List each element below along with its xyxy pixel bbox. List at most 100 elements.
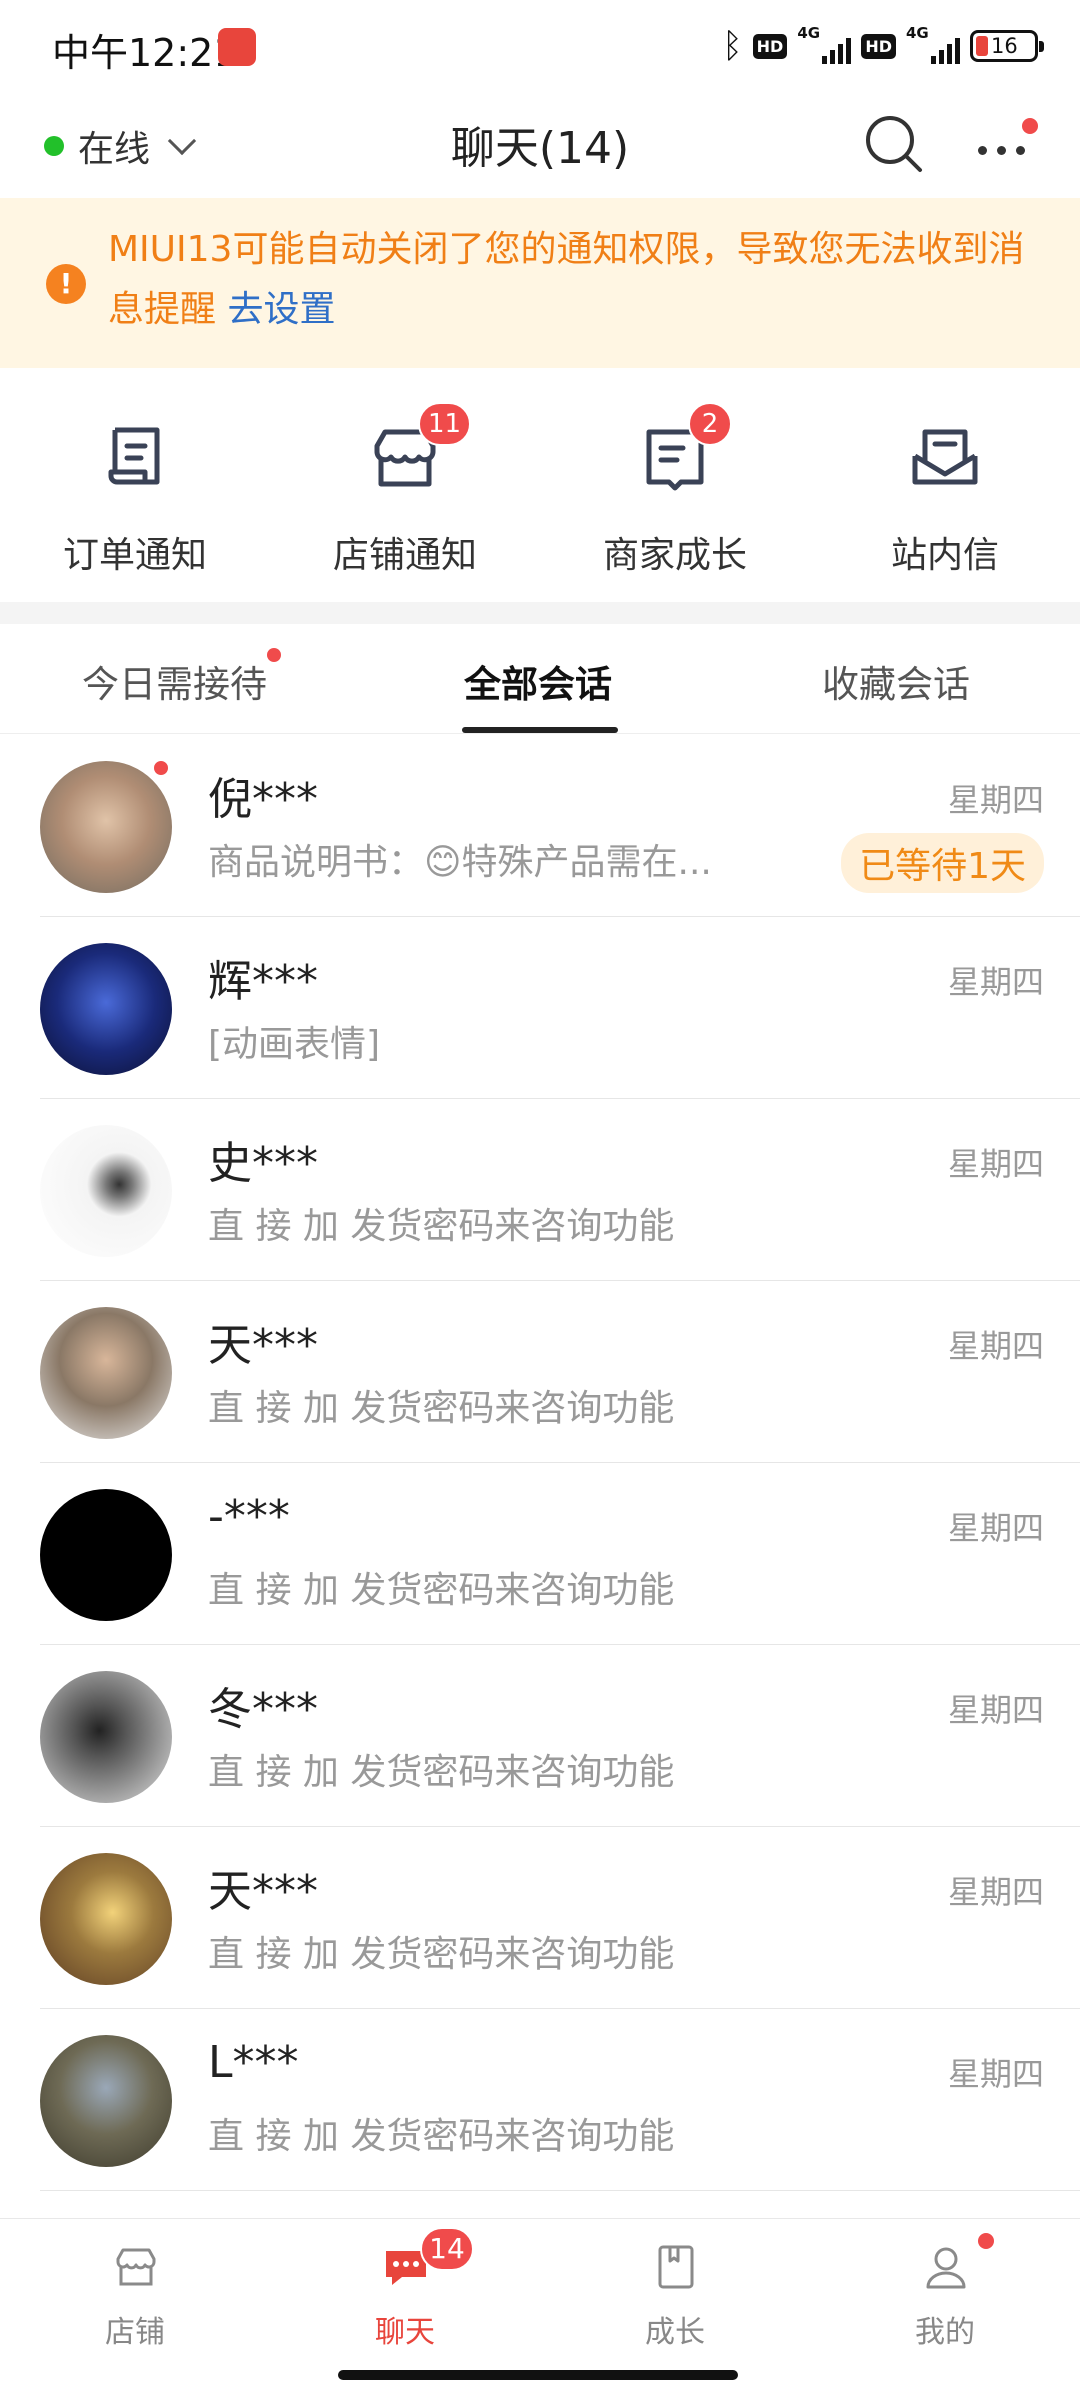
conversation-row[interactable]: -*** 星期四 直 接 加 发货密码来咨询功能 (0, 1463, 1080, 1645)
avatar (40, 1489, 172, 1621)
quick-label: 站内信 (890, 535, 999, 576)
quick-actions: 订单通知 11 店铺通知 2 商家成长 站内信 (0, 368, 1080, 602)
contact-name: 天*** (208, 1320, 318, 1371)
go-settings-link[interactable]: 去设置 (227, 289, 335, 330)
bottom-tab-chat[interactable]: 14 聊天 (270, 2227, 540, 2361)
more-icon (978, 146, 1025, 155)
message-preview: 直 接 加 发货密码来咨询功能 (208, 1570, 675, 1611)
notification-permission-banner: ! MIUI13可能自动关闭了您的通知权限，导致您无法收到消息提醒 去设置 (0, 198, 1080, 368)
conversation-list: 倪*** 星期四 商品说明书：😊特殊产品需在... 已等待1天 辉*** 星期四… (0, 735, 1080, 2191)
contact-name: 辉*** (208, 956, 318, 1007)
contact-name: -*** (208, 1491, 290, 1542)
avatar (40, 1853, 172, 1985)
quick-label: 商家成长 (602, 535, 747, 576)
tab-label: 收藏会话 (822, 663, 970, 706)
avatar (40, 943, 172, 1075)
book-icon (658, 2245, 694, 2289)
signal-icon: 4G (906, 24, 960, 66)
conversation-row[interactable]: 天*** 星期四 直 接 加 发货密码来咨询功能 (0, 1827, 1080, 2009)
conversation-row[interactable]: 辉*** 星期四 [动画表情] (0, 917, 1080, 1099)
avatar (40, 1307, 172, 1439)
profile-red-dot (978, 2233, 994, 2249)
hd-icon: HD (752, 33, 788, 59)
more-options-button[interactable] (968, 118, 1038, 172)
avatar (40, 1125, 172, 1257)
quick-order-notice[interactable]: 订单通知 (0, 368, 270, 602)
hd-icon: HD (861, 33, 896, 59)
contact-name: 天*** (208, 1866, 318, 1917)
message-preview: 直 接 加 发货密码来咨询功能 (208, 2116, 675, 2157)
conversation-row[interactable]: 冬*** 星期四 直 接 加 发货密码来咨询功能 (0, 1645, 1080, 1827)
notification-dot (1022, 118, 1038, 134)
chat-unread-badge: 14 (420, 2227, 474, 2271)
message-date: 星期四 (947, 2055, 1044, 2093)
conversation-tabs: 今日需接待 全部会话 收藏会话 (0, 624, 1080, 734)
search-icon[interactable] (862, 112, 926, 176)
bottom-tab-profile[interactable]: 我的 (810, 2233, 1080, 2361)
status-icons: ᛒ HD 4G HD 4G 16 (722, 24, 1044, 68)
message-preview: 商品说明书：😊特殊产品需在... (208, 842, 712, 883)
tab-all-conversations[interactable]: 全部会话 (464, 654, 612, 708)
unread-dot (152, 759, 170, 777)
bottom-tab-store[interactable]: 店铺 (0, 2241, 270, 2361)
bottom-tab-label: 我的 (915, 2315, 975, 2350)
message-preview: [动画表情] (208, 1024, 381, 1065)
avatar (40, 1671, 172, 1803)
avatar (40, 761, 172, 893)
message-date: 星期四 (947, 1327, 1044, 1365)
app-header: 在线 聊天(14) (0, 92, 1080, 198)
waiting-badge: 已等待1天 (841, 833, 1044, 893)
notice-text-wrap: MIUI13可能自动关闭了您的通知权限，导致您无法收到消息提醒 去设置 (108, 220, 1038, 340)
message-date: 星期四 (947, 963, 1044, 1001)
home-indicator[interactable] (338, 2370, 738, 2380)
message-preview: 直 接 加 发货密码来咨询功能 (208, 1934, 675, 1975)
network-type: 4G (906, 24, 929, 42)
message-preview: 直 接 加 发货密码来咨询功能 (208, 1388, 675, 1429)
contact-name: L*** (208, 2037, 299, 2088)
status-time: 中午12:21 (52, 31, 238, 75)
message-date: 星期四 (947, 1873, 1044, 1911)
message-date: 星期四 (947, 1145, 1044, 1183)
battery-level: 16 (991, 34, 1018, 58)
tab-label: 今日需接待 (82, 663, 267, 706)
active-tab-indicator (462, 727, 618, 733)
signal-icon: 4G (797, 24, 852, 66)
bottom-tab-label: 店铺 (105, 2315, 165, 2350)
conversation-row[interactable]: 天*** 星期四 直 接 加 发货密码来咨询功能 (0, 1281, 1080, 1463)
conversation-row[interactable]: L*** 星期四 直 接 加 发货密码来咨询功能 (0, 2009, 1080, 2191)
quick-store-notice[interactable]: 11 店铺通知 (270, 368, 540, 602)
contact-name: 史*** (208, 1138, 318, 1189)
quick-label: 店铺通知 (332, 535, 477, 576)
message-date: 星期四 (947, 1691, 1044, 1729)
conversation-row[interactable]: 倪*** 星期四 商品说明书：😊特殊产品需在... 已等待1天 (0, 735, 1080, 917)
bluetooth-icon: ᛒ (722, 26, 743, 66)
app-notification-icon (218, 28, 256, 66)
bottom-tab-label: 成长 (645, 2315, 705, 2350)
tab-favorite-conversations[interactable]: 收藏会话 (822, 654, 970, 708)
quick-merchant-growth[interactable]: 2 商家成长 (540, 368, 810, 602)
quick-label: 订单通知 (62, 535, 207, 576)
message-date: 星期四 (947, 1509, 1044, 1547)
warning-icon: ! (46, 264, 86, 304)
contact-name: 倪*** (208, 774, 318, 825)
divider (40, 2190, 1080, 2191)
merchant-growth-badge: 2 (688, 402, 732, 446)
status-bar: 中午12:21 ᛒ HD 4G HD 4G 16 (0, 0, 1080, 92)
section-divider (0, 602, 1080, 624)
mail-icon (912, 429, 978, 485)
conversation-row[interactable]: 史*** 星期四 直 接 加 发货密码来咨询功能 (0, 1099, 1080, 1281)
tab-today-pending[interactable]: 今日需接待 (82, 648, 281, 708)
bottom-tab-label: 聊天 (375, 2315, 435, 2350)
order-receipt-icon (108, 427, 160, 485)
bottom-tab-growth[interactable]: 成长 (540, 2241, 810, 2361)
contact-name: 冬*** (208, 1684, 318, 1735)
network-type: 4G (797, 24, 821, 42)
quick-inbox[interactable]: 站内信 (810, 368, 1080, 602)
message-preview: 直 接 加 发货密码来咨询功能 (208, 1752, 675, 1793)
tab-red-dot (267, 648, 281, 662)
store-icon (116, 2248, 156, 2286)
person-icon (926, 2247, 966, 2289)
battery-icon: 16 (970, 30, 1044, 62)
message-date: 星期四 (947, 781, 1044, 819)
store-notice-badge: 11 (418, 402, 472, 446)
